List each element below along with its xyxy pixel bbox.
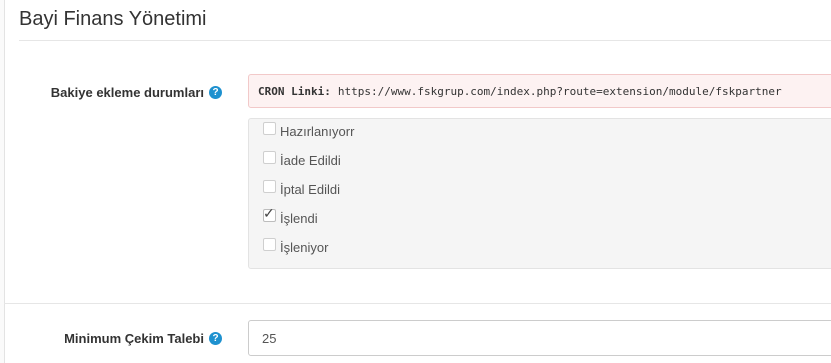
title-divider <box>19 40 831 41</box>
status-option-label: İşleniyor <box>280 239 329 255</box>
checkbox[interactable] <box>263 237 276 251</box>
status-checkbox-list: Hazırlanıyorr İade Edildi İptal Edildi ✓… <box>248 118 831 269</box>
section-divider <box>4 303 831 304</box>
checkbox-checked[interactable]: ✓ <box>263 205 276 222</box>
page-title: Bayi Finans Yönetimi <box>19 8 207 30</box>
min-withdrawal-value: 25 <box>262 330 277 346</box>
status-option-label: İptal Edildi <box>280 181 340 197</box>
question-circle-icon[interactable]: ? <box>209 86 222 99</box>
checkbox[interactable] <box>263 179 276 193</box>
left-border <box>0 0 5 363</box>
balance-statuses-label: Bakiye ekleme durumları ? <box>51 85 222 100</box>
status-option-isleniyor[interactable]: İşleniyor <box>263 237 328 257</box>
cron-link-label: CRON Linki: <box>258 84 331 98</box>
min-withdrawal-label-text: Minimum Çekim Talebi <box>64 331 204 346</box>
finance-settings-page: Bayi Finans Yönetimi Bakiye ekleme durum… <box>0 0 831 363</box>
status-option-hazirlaniyor[interactable]: Hazırlanıyorr <box>263 121 354 141</box>
status-option-label: Hazırlanıyorr <box>280 123 355 139</box>
status-option-label: İade Edildi <box>280 152 341 168</box>
status-option-iade-edildi[interactable]: İade Edildi <box>263 150 341 170</box>
status-option-label: İşlendi <box>280 210 318 226</box>
balance-statuses-label-text: Bakiye ekleme durumları <box>50 85 204 100</box>
status-option-islendi[interactable]: ✓ İşlendi <box>263 205 318 228</box>
cron-link-alert: CRON Linki: https://www.fskgrup.com/inde… <box>248 74 831 108</box>
min-withdrawal-label: Minimum Çekim Talebi ? <box>64 331 222 346</box>
question-circle-icon[interactable]: ? <box>209 332 222 345</box>
checkmark-icon: ✓ <box>263 204 275 221</box>
checkbox[interactable] <box>263 121 276 135</box>
status-option-iptal-edildi[interactable]: İptal Edildi <box>263 179 340 199</box>
min-withdrawal-input[interactable]: 25 <box>248 320 831 356</box>
cron-link-url: https://www.fskgrup.com/index.php?route=… <box>337 84 782 98</box>
checkbox[interactable] <box>263 150 276 164</box>
